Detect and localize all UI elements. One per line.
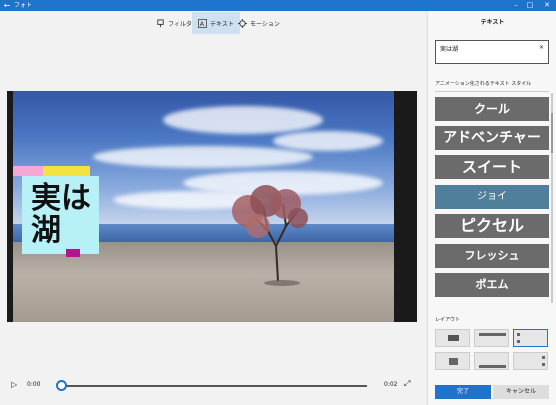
tab-motion-label: モーション: [250, 20, 280, 28]
layout-label: レイアウト: [435, 317, 461, 323]
tree-image: [232, 185, 308, 286]
styles-label: アニメーション化されるテキスト スタイル: [435, 81, 532, 87]
window-title: フォト: [14, 2, 33, 9]
decor-magenta-block: [66, 249, 80, 257]
text-icon: A: [198, 18, 207, 28]
back-arrow-icon[interactable]: ←: [2, 0, 12, 11]
minimize-icon[interactable]: –: [510, 0, 522, 11]
layout-option-5[interactable]: [474, 352, 509, 370]
layout-option-6[interactable]: [513, 352, 548, 370]
tab-motion[interactable]: モーション: [232, 12, 286, 34]
layout-option-1[interactable]: [435, 329, 470, 347]
layout-option-3[interactable]: [513, 329, 548, 347]
duration: 0:02: [384, 381, 398, 388]
done-button[interactable]: 完了: [435, 385, 491, 399]
svg-text:A: A: [200, 21, 205, 28]
tab-text-label: テキスト: [210, 20, 234, 28]
style-cool[interactable]: クール: [435, 97, 549, 121]
style-fresh[interactable]: フレッシュ: [435, 244, 549, 268]
play-icon[interactable]: ▷: [11, 380, 17, 389]
panel-title: テキスト: [480, 19, 505, 26]
lake-photo: 実は 湖: [13, 91, 394, 322]
style-poem[interactable]: ポエム: [435, 273, 549, 297]
text-input-value: 実は湖: [440, 46, 459, 53]
cancel-button[interactable]: キャンセル: [493, 385, 549, 399]
style-pixel[interactable]: ピクセル: [435, 214, 549, 238]
filter-icon: [157, 18, 164, 27]
maximize-icon[interactable]: □: [524, 0, 536, 11]
close-icon[interactable]: ✕: [539, 44, 544, 51]
close-window-icon[interactable]: ✕: [541, 0, 553, 11]
decor-yellow-bar: [43, 166, 90, 176]
decor-pink-bar: [13, 166, 43, 176]
edit-toolbar: フィルター A テキスト モーション: [0, 11, 427, 35]
seek-thumb[interactable]: [56, 380, 67, 391]
text-input[interactable]: 実は湖 ✕: [435, 40, 549, 64]
style-adventure[interactable]: アドベンチャー: [435, 126, 549, 150]
layout-option-4[interactable]: [435, 352, 470, 370]
text-panel: テキスト 実は湖 ✕ アニメーション化されるテキスト スタイル クール アドベン…: [427, 11, 556, 405]
current-time: 0:00: [27, 381, 41, 388]
fullscreen-icon[interactable]: ⤢: [404, 379, 410, 389]
style-scrollbar[interactable]: [551, 93, 553, 303]
style-sweet[interactable]: スイート: [435, 155, 549, 179]
video-preview[interactable]: 実は 湖: [7, 91, 417, 322]
motion-icon: [238, 18, 247, 28]
layout-option-2[interactable]: [474, 329, 509, 347]
photos-app: ← フォト – □ ✕ フィルター A テキスト モーション 実は 湖 ▷ 0:…: [0, 0, 556, 405]
playback-bar: ▷ 0:00 0:02 ⤢: [0, 375, 427, 397]
style-joy[interactable]: ジョイ: [435, 185, 549, 209]
overlay-text: 実は 湖: [31, 181, 91, 248]
seek-track[interactable]: [62, 385, 367, 387]
title-bar: ← フォト – □ ✕: [0, 0, 556, 11]
style-list: クール アドベンチャー スイート ジョイ ピクセル フレッシュ ポエム: [435, 91, 549, 303]
editor-workspace: フィルター A テキスト モーション 実は 湖 ▷ 0:00 0:02 ⤢: [0, 11, 427, 405]
